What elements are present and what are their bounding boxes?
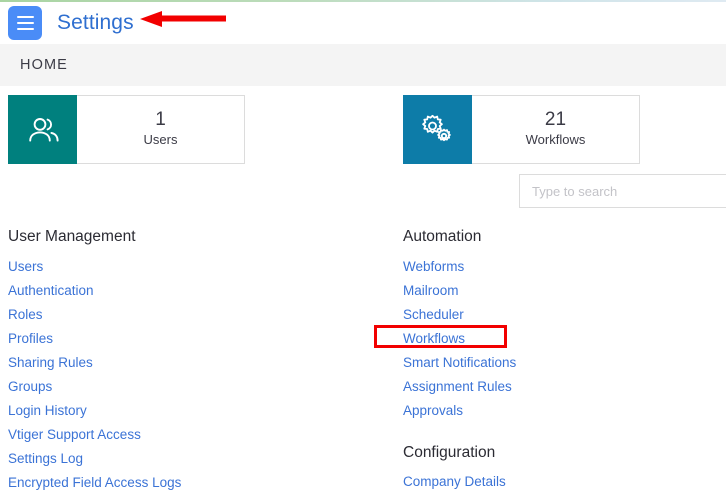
list-item: Settings Log — [8, 451, 338, 467]
settings-link-login-history[interactable]: Login History — [8, 404, 87, 418]
settings-link-sharing-rules[interactable]: Sharing Rules — [8, 356, 93, 370]
section-link-list: Webforms Mailroom Scheduler Workflows Sm… — [403, 259, 703, 419]
settings-column-left: User Management Users Authentication Rol… — [8, 228, 338, 491]
section-title: Configuration — [403, 443, 496, 461]
list-item: Vtiger Support Access — [8, 427, 338, 443]
settings-link-webforms[interactable]: Webforms — [403, 260, 464, 274]
list-item: Webforms — [403, 259, 703, 275]
app-header: Settings — [0, 2, 726, 44]
section-link-list: Users Authentication Roles Profiles Shar… — [8, 259, 338, 491]
breadcrumb-item-home[interactable]: HOME — [20, 57, 68, 73]
list-item: Roles — [8, 307, 338, 323]
settings-link-vtiger-support-access[interactable]: Vtiger Support Access — [8, 428, 141, 442]
settings-link-profiles[interactable]: Profiles — [8, 332, 53, 346]
settings-link-users[interactable]: Users — [8, 260, 43, 274]
settings-link-approvals[interactable]: Approvals — [403, 404, 463, 418]
list-item: Scheduler — [403, 307, 703, 323]
section-link-list: Company Details — [403, 474, 703, 490]
stat-card-body: 1 Users — [77, 96, 244, 163]
settings-link-assignment-rules[interactable]: Assignment Rules — [403, 380, 512, 394]
stat-card-count: 21 — [544, 108, 567, 130]
menu-bar-2 — [16, 22, 34, 24]
users-icon — [8, 95, 77, 164]
settings-link-mailroom[interactable]: Mailroom — [403, 284, 459, 298]
section-user-management: User Management Users Authentication Rol… — [8, 228, 338, 491]
list-item: Encrypted Field Access Logs — [8, 475, 338, 491]
stat-card-users[interactable]: 1 Users — [8, 95, 245, 164]
stat-card-label: Users — [143, 131, 178, 147]
stat-card-count: 1 — [155, 108, 166, 130]
menu-bar-3 — [16, 28, 34, 30]
settings-link-encrypted-field-access-logs[interactable]: Encrypted Field Access Logs — [8, 476, 181, 490]
settings-link-workflows[interactable]: Workflows — [403, 332, 465, 346]
section-title: User Management — [8, 228, 136, 245]
list-item: Authentication — [8, 283, 338, 299]
list-item: Sharing Rules — [8, 355, 338, 371]
hamburger-menu-icon[interactable] — [8, 6, 42, 40]
settings-link-company-details[interactable]: Company Details — [403, 475, 506, 489]
section-automation: Automation Webforms Mailroom Scheduler W… — [403, 228, 703, 419]
settings-link-settings-log[interactable]: Settings Log — [8, 452, 83, 466]
settings-link-groups[interactable]: Groups — [8, 380, 52, 394]
list-item: Workflows — [403, 331, 703, 347]
section-title: Automation — [403, 228, 482, 245]
list-item: Users — [8, 259, 338, 275]
list-item: Approvals — [403, 403, 703, 419]
stat-card-label: Workflows — [525, 131, 586, 147]
list-item: Profiles — [8, 331, 338, 347]
settings-page: Settings HOME 1 Users 21 Workflows Type … — [0, 0, 726, 500]
settings-link-roles[interactable]: Roles — [8, 308, 43, 322]
list-item: Company Details — [403, 474, 703, 490]
gears-icon — [403, 95, 472, 164]
settings-link-authentication[interactable]: Authentication — [8, 284, 94, 298]
list-item: Assignment Rules — [403, 379, 703, 395]
settings-column-right: Automation Webforms Mailroom Scheduler W… — [403, 228, 703, 490]
list-item: Smart Notifications — [403, 355, 703, 371]
stat-card-workflows[interactable]: 21 Workflows — [403, 95, 640, 164]
stat-card-body: 21 Workflows — [472, 96, 639, 163]
list-item: Groups — [8, 379, 338, 395]
page-title: Settings — [57, 11, 134, 34]
search-input[interactable] — [519, 174, 726, 208]
section-configuration: Configuration Company Details — [403, 444, 703, 491]
list-item: Mailroom — [403, 283, 703, 299]
search-container — [519, 174, 726, 208]
list-item: Login History — [8, 403, 338, 419]
settings-link-smart-notifications[interactable]: Smart Notifications — [403, 356, 516, 370]
breadcrumb: HOME — [0, 44, 726, 86]
menu-bar-1 — [16, 16, 34, 18]
settings-link-scheduler[interactable]: Scheduler — [403, 308, 464, 322]
